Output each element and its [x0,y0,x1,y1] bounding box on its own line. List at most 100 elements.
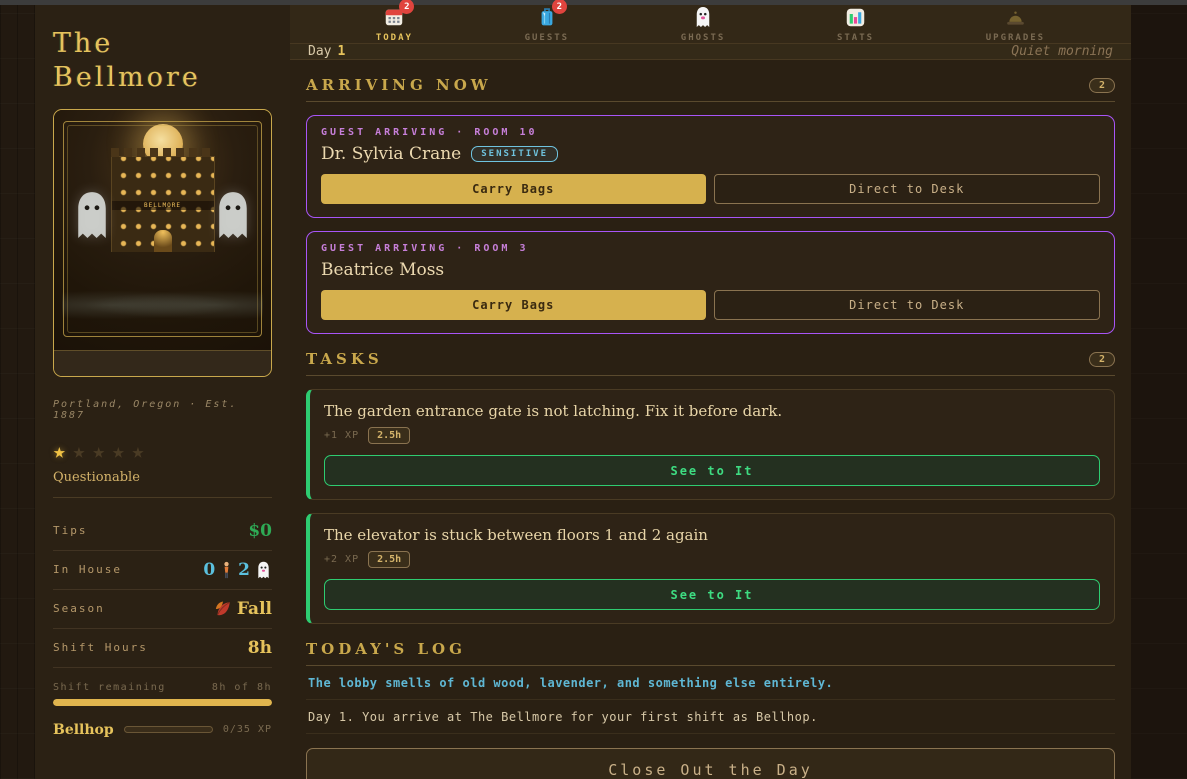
day-bar: Day 1 Quiet morning [290,44,1131,60]
guest-name-row: Dr. Sylvia Crane SENSITIVE [321,144,1100,164]
nav-tab-today[interactable]: 2 TODAY [376,0,415,43]
right-ghost-graphic [219,191,247,238]
star-rating: ★★★★★ [53,439,272,463]
bell-icon [1003,5,1027,29]
luggage-icon: 2 [535,0,567,29]
in-house-label: In House [53,563,122,576]
shift-hours-value: 8h [247,637,272,658]
carry-bags-button[interactable]: Carry Bags [321,174,706,204]
season-text: Fall [236,598,272,619]
season-value: Fall [214,599,272,619]
main-panel: 2 TODAY 2 GUESTS GHOSTS STATS UPGRADES D… [290,0,1131,779]
carry-bags-button[interactable]: Carry Bags [321,290,706,320]
xp-bar [123,726,213,733]
task-title: The garden entrance gate is not latching… [324,402,783,420]
star: ★ [53,438,73,463]
hotel-building-sign: BELLMORE [111,200,214,210]
artwork-footer-strip [54,349,271,376]
guest-name: Dr. Sylvia Crane [321,144,462,164]
calendar-icon: 2 [382,0,415,29]
shift-remaining-label: Shift remaining [53,681,166,693]
guest-eyebrow: GUEST ARRIVING · ROOM 10 [321,127,538,138]
shift-remaining-bar [53,698,272,706]
rating-label: Questionable [53,469,140,485]
person-icon [224,561,229,578]
arriving-now-header: ARRIVING NOW 2 [306,76,1115,102]
tasks-header: TASKS 2 [306,350,1115,376]
guest-name-row: Beatrice Moss [321,260,1100,280]
nav-label-upgrades: UPGRADES [985,33,1046,43]
day-label: Day 1 [308,44,346,59]
guest-name: Beatrice Moss [321,260,445,280]
direct-to-desk-button[interactable]: Direct to Desk [713,290,1100,320]
arriving-now-title: ARRIVING NOW [306,76,492,94]
log-entry: Day 1. You arrive at The Bellmore for yo… [306,700,1115,734]
see-to-it-button[interactable]: See to It [324,579,1100,610]
stat-row-shift-hours: Shift Hours 8h [53,629,272,668]
see-to-it-button[interactable]: See to It [324,455,1100,486]
season-label: Season [53,602,105,615]
hotel-building-graphic: BELLMORE [110,147,215,252]
todays-log-header: TODAY'S LOG [306,640,1115,666]
hotel-artwork: BELLMORE [53,108,272,377]
today-badge: 2 [399,0,415,14]
day-status: Quiet morning [1011,44,1113,59]
nav-tab-ghosts[interactable]: GHOSTS [681,5,726,43]
divider [53,496,272,498]
guest-actions: Carry Bags Direct to Desk [321,290,1100,320]
task-card: The elevator is stuck between floors 1 a… [306,513,1115,624]
tips-label: Tips [53,524,88,537]
ghost-icon [258,561,269,578]
nav-label-guests: GUESTS [524,33,570,43]
task-duration-badge: 2.5h [368,427,411,444]
sidebar: The Bellmore BELLMORE Portland, Oregon ·… [35,5,290,779]
task-xp: +2 XP [324,554,360,565]
main-content: ARRIVING NOW 2 GUEST ARRIVING · ROOM 10 … [290,60,1131,779]
nav-tab-stats[interactable]: STATS [837,5,874,43]
right-background [1131,5,1187,779]
task-meta: +1 XP 2.5h [324,427,1100,444]
guest-card: GUEST ARRIVING · ROOM 10 Dr. Sylvia Cran… [306,115,1115,218]
log-entry: The lobby smells of old wood, lavender, … [306,666,1115,700]
hotel-location: Portland, Oregon · Est. 1887 [53,398,238,421]
task-card: The garden entrance gate is not latching… [306,389,1115,500]
guest-actions: Carry Bags Direct to Desk [321,174,1100,204]
day-number: 1 [337,44,346,59]
shift-remaining-bar-fill [53,698,272,706]
todays-log-title: TODAY'S LOG [306,640,466,658]
nav-label-ghosts: GHOSTS [680,33,726,43]
arriving-count-badge: 2 [1088,77,1115,93]
bar-chart-icon [844,5,868,29]
stat-row-tips: Tips $0 [53,512,272,551]
fallen-leaf-icon [215,601,230,615]
stat-row-season: Season Fall [53,590,272,629]
tips-value: $0 [248,520,272,541]
guest-card: GUEST ARRIVING · ROOM 3 Beatrice Moss Ca… [306,231,1115,334]
left-rail-decoration [0,5,35,779]
task-duration-badge: 2.5h [368,551,411,568]
star: ★ [131,438,152,463]
ghost-count: 2 [238,559,250,580]
task-xp: +1 XP [324,430,360,441]
nav-tab-upgrades[interactable]: UPGRADES [986,5,1045,43]
star: ★ [111,438,132,463]
shift-remaining-value: 8h of 8h [211,681,272,693]
shift-remaining-block: Shift remaining 8h of 8h [53,668,272,706]
guest-eyebrow: GUEST ARRIVING · ROOM 3 [321,243,529,254]
in-house-value: 0 2 [203,560,272,580]
app-root: The Bellmore BELLMORE Portland, Oregon ·… [0,0,1187,779]
star: ★ [92,438,112,463]
tasks-count-badge: 2 [1088,351,1115,367]
guest-count: 0 [203,559,216,580]
hotel-door-graphic [153,229,172,252]
star: ★ [72,438,93,463]
close-out-day-button[interactable]: Close Out the Day [306,748,1115,779]
hotel-illustration: BELLMORE [54,109,271,350]
guests-badge: 2 [551,0,567,14]
ghost-icon [691,5,715,29]
shift-hours-label: Shift Hours [53,641,148,654]
top-navigation: 2 TODAY 2 GUESTS GHOSTS STATS UPGRADES [290,0,1131,44]
nav-tab-guests[interactable]: 2 GUESTS [524,0,570,43]
direct-to-desk-button[interactable]: Direct to Desk [713,174,1100,204]
nav-label-stats: STATS [836,33,875,43]
